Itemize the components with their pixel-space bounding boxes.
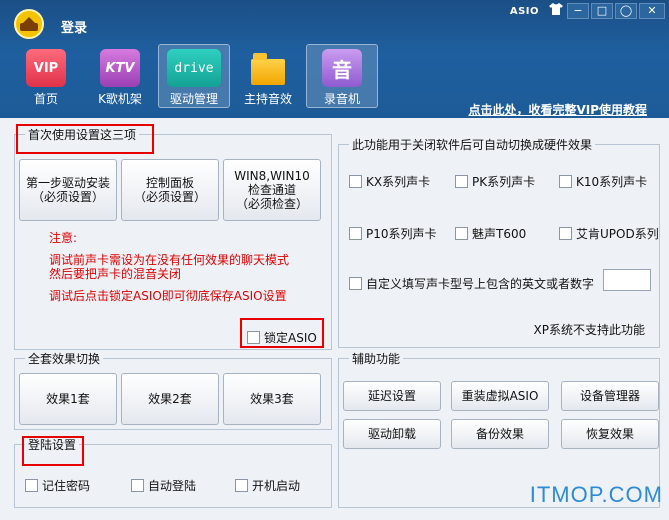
latency-settings-button[interactable]: 延迟设置 bbox=[343, 381, 441, 411]
checkbox-box bbox=[349, 227, 362, 240]
effect-set-2-button[interactable]: 效果2套 bbox=[121, 373, 219, 425]
device-manager-button[interactable]: 设备管理器 bbox=[561, 381, 659, 411]
tool-home[interactable]: VIP 首页 bbox=[10, 44, 82, 108]
recorder-icon: 音 bbox=[322, 49, 362, 87]
custom-card-label: 自定义填写声卡型号上包含的英文或者数字 bbox=[366, 277, 595, 291]
vip-icon: VIP bbox=[26, 49, 66, 87]
header-bar: 登录 ASIO − □ ◯ ✕ VIP 首页 KTV K歌机架 drive 驱动… bbox=[0, 0, 669, 118]
watermark: ITMOP.COM bbox=[529, 482, 663, 507]
login-link[interactable]: 登录 bbox=[61, 17, 87, 36]
tool-driver-manager[interactable]: drive 驱动管理 bbox=[158, 44, 230, 108]
main-panel: 首次使用设置这三项 第一步驱动安装 （必须设置） 控制面板 （必须设置） WIN… bbox=[0, 118, 669, 520]
card-label: K10系列声卡 bbox=[576, 175, 648, 189]
effects-title: 全套效果切换 bbox=[25, 350, 104, 367]
card-k10-checkbox[interactable]: K10系列声卡 bbox=[559, 173, 647, 190]
xp-note: XP系统不支持此功能 bbox=[533, 323, 645, 337]
main-toolbar: VIP 首页 KTV K歌机架 drive 驱动管理 主持音效 音 录音机 bbox=[10, 44, 380, 108]
tool-label: 录音机 bbox=[323, 92, 360, 106]
highlight-lock-asio bbox=[240, 318, 324, 348]
card-t600-checkbox[interactable]: 魅声T600 bbox=[455, 225, 526, 242]
tool-recorder[interactable]: 音 录音机 bbox=[306, 44, 378, 108]
card-label: 艾肯UPOD系列 bbox=[576, 227, 659, 241]
control-panel-button[interactable]: 控制面板 （必须设置） bbox=[121, 159, 219, 221]
assist-title: 辅助功能 bbox=[349, 350, 404, 367]
option-label: 开机启动 bbox=[252, 479, 301, 493]
checkbox-box bbox=[131, 479, 144, 492]
custom-card-input[interactable] bbox=[603, 269, 651, 291]
note-chat-mode: 调试前声卡需设为在没有任何效果的聊天模式 然后要把声卡的混音关闭 bbox=[49, 253, 290, 281]
backup-effects-button[interactable]: 备份效果 bbox=[451, 419, 549, 449]
auto-login-checkbox[interactable]: 自动登陆 bbox=[131, 477, 196, 494]
highlight-setup-title bbox=[16, 124, 154, 154]
reinstall-asio-button[interactable]: 重装虚拟ASIO bbox=[451, 381, 549, 411]
effect-set-3-button[interactable]: 效果3套 bbox=[223, 373, 321, 425]
checkbox-box bbox=[455, 227, 468, 240]
card-pk-checkbox[interactable]: PK系列声卡 bbox=[455, 173, 535, 190]
startup-checkbox[interactable]: 开机启动 bbox=[235, 477, 300, 494]
checkbox-box bbox=[559, 175, 572, 188]
hardware-group: 此功能用于关闭软件后可自动切换成硬件效果 KX系列声卡 PK系列声卡 K10系列… bbox=[338, 136, 660, 348]
highlight-login-title bbox=[22, 436, 84, 466]
tool-host-effects[interactable]: 主持音效 bbox=[232, 44, 304, 108]
card-label: 魅声T600 bbox=[472, 227, 527, 241]
effects-group: 全套效果切换 效果1套 效果2套 效果3套 bbox=[14, 350, 332, 430]
remember-password-checkbox[interactable]: 记住密码 bbox=[25, 477, 90, 494]
card-kx-checkbox[interactable]: KX系列声卡 bbox=[349, 173, 430, 190]
window-controls: ASIO − □ ◯ ✕ bbox=[510, 2, 665, 20]
tool-label: 主持音效 bbox=[243, 92, 292, 106]
checkbox-box bbox=[455, 175, 468, 188]
note-title: 注意: bbox=[49, 231, 78, 245]
checkbox-box bbox=[349, 175, 362, 188]
tool-label: 驱动管理 bbox=[169, 92, 218, 106]
check-channel-button[interactable]: WIN8,WIN10 检查通道 （必须检查） bbox=[223, 159, 321, 221]
folder-icon bbox=[248, 49, 288, 87]
note-lock-asio: 调试后点击锁定ASIO即可彻底保存ASIO设置 bbox=[49, 289, 287, 303]
option-label: 自动登陆 bbox=[148, 479, 197, 493]
uninstall-driver-button[interactable]: 驱动卸载 bbox=[343, 419, 441, 449]
crown-icon bbox=[20, 17, 38, 31]
checkbox-box bbox=[25, 479, 38, 492]
close-button[interactable]: ✕ bbox=[639, 3, 665, 19]
feedback-button[interactable]: ◯ bbox=[615, 3, 637, 19]
ktv-icon: KTV bbox=[100, 49, 140, 87]
card-label: KX系列声卡 bbox=[366, 175, 431, 189]
custom-card-checkbox[interactable]: 自定义填写声卡型号上包含的英文或者数字 bbox=[349, 275, 594, 292]
tool-label: K歌机架 bbox=[98, 92, 142, 106]
card-label: P10系列声卡 bbox=[366, 227, 437, 241]
checkbox-box bbox=[559, 227, 572, 240]
vip-tutorial-link[interactable]: 点击此处，收看完整VIP使用教程 bbox=[468, 101, 647, 118]
minimize-button[interactable]: − bbox=[567, 3, 589, 19]
tool-ktv-rack[interactable]: KTV K歌机架 bbox=[84, 44, 156, 108]
asio-label: ASIO bbox=[509, 5, 539, 17]
card-upod-checkbox[interactable]: 艾肯UPOD系列 bbox=[559, 225, 659, 242]
hardware-title: 此功能用于关闭软件后可自动切换成硬件效果 bbox=[349, 136, 596, 153]
app-logo bbox=[14, 9, 44, 39]
skin-icon[interactable] bbox=[547, 3, 565, 19]
tool-label: 首页 bbox=[33, 92, 58, 106]
driver-install-button[interactable]: 第一步驱动安装 （必须设置） bbox=[19, 159, 117, 221]
maximize-button[interactable]: □ bbox=[591, 3, 613, 19]
effect-set-1-button[interactable]: 效果1套 bbox=[19, 373, 117, 425]
card-p10-checkbox[interactable]: P10系列声卡 bbox=[349, 225, 437, 242]
restore-effects-button[interactable]: 恢复效果 bbox=[561, 419, 659, 449]
card-label: PK系列声卡 bbox=[472, 175, 536, 189]
drive-icon: drive bbox=[167, 49, 221, 87]
checkbox-box bbox=[349, 277, 362, 290]
checkbox-box bbox=[235, 479, 248, 492]
option-label: 记住密码 bbox=[42, 479, 91, 493]
